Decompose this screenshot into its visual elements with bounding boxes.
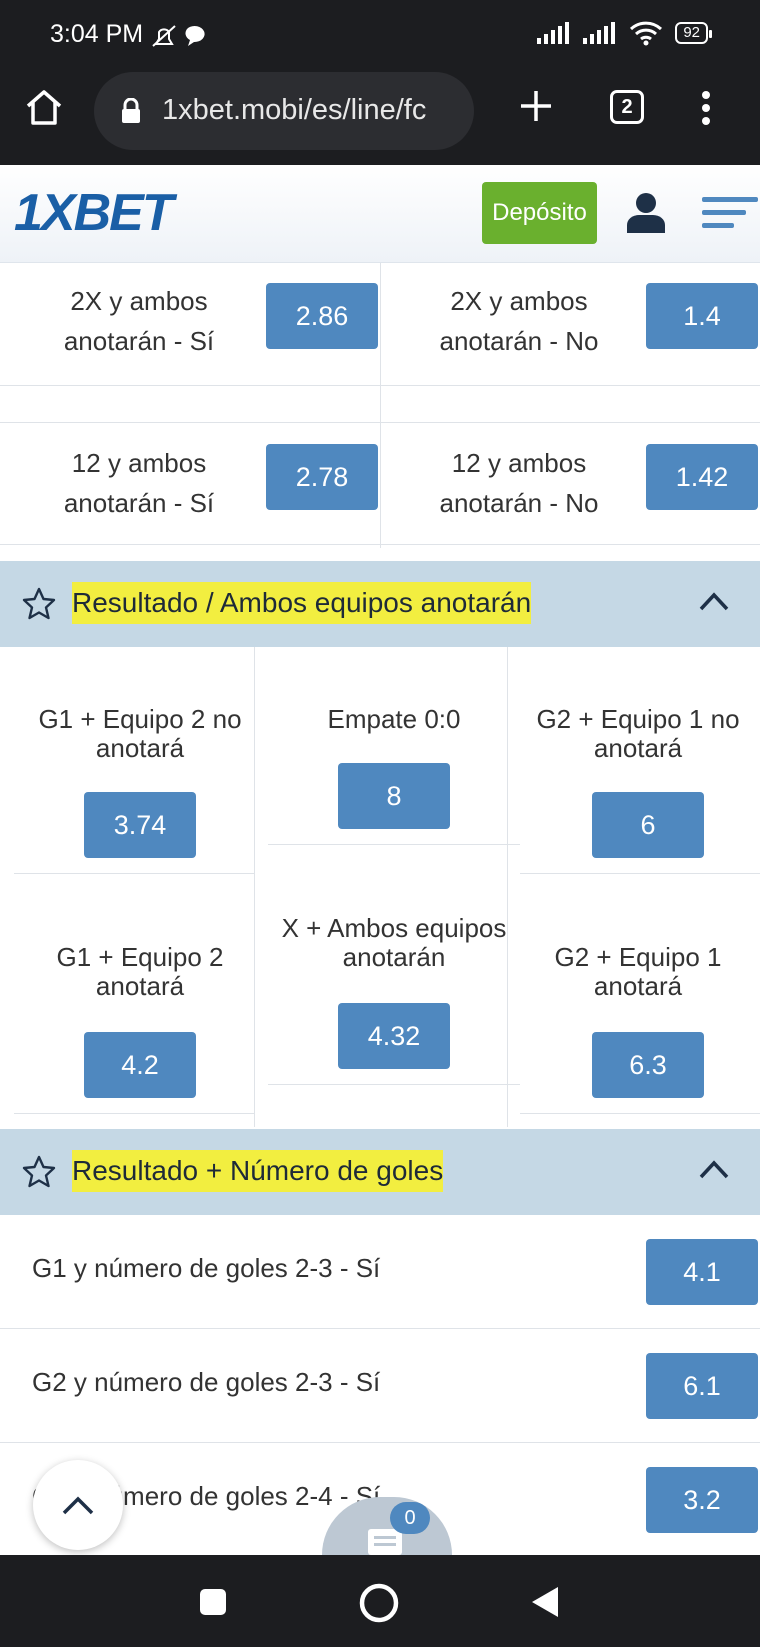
status-time: 3:04 PM [50,20,144,48]
odd-button[interactable]: 3.2 [646,1467,758,1533]
grid-divider [520,873,760,874]
outcome-cell: G1 + Equipo 2 no anotará [24,705,256,763]
list-item: G2 y número de goles 2-3 - Sí 6.1 [0,1329,760,1443]
grid-divider [14,873,254,874]
outcome-label: 2X y ambos anotarán - Sí [63,286,215,356]
status-bar: 3:04 PM 92 [0,0,760,70]
market-group-title: Resultado + Número de goles [72,1150,444,1192]
user-icon[interactable] [626,191,666,233]
tab-switcher-button[interactable]: 2 [610,90,644,124]
list-item: G1 y número de goles 2-3 - Sí 4.1 [0,1215,760,1329]
site-logo[interactable]: 1XBET [14,183,174,243]
grid-divider [520,1113,760,1114]
chevron-up-icon[interactable] [698,1157,730,1181]
odd-button[interactable]: 6.3 [592,1032,704,1098]
signal-icon [537,22,570,44]
odd-button[interactable]: 1.42 [646,444,758,510]
hamburger-menu-icon[interactable] [702,195,758,231]
star-icon[interactable] [22,1155,56,1189]
grid-divider [268,1084,520,1085]
outcome-label: G1 + Equipo 2 anotará [56,942,224,1001]
odd-button[interactable]: 6 [592,792,704,858]
outcome-label: 2X y ambos anotarán - No [439,286,599,356]
recent-apps-icon[interactable] [199,1588,227,1616]
betslip-count-badge: 0 [390,1502,430,1534]
lock-icon [122,98,140,123]
odd-button[interactable]: 1.4 [646,283,758,349]
outcome-label: X + Ambos equipos anotarán [281,913,507,972]
outcome-label: G2 y número de goles 2-3 - Sí [32,1367,381,1397]
status-notification-icons [152,25,205,47]
odd-button[interactable]: 4.2 [84,1032,196,1098]
market-group-header[interactable]: Resultado / Ambos equipos anotarán [0,561,760,647]
market-list: 2X y ambos anotarán - Sí 2.86 2X y ambos… [0,263,760,1555]
outcome-label: G1 + Equipo 2 no anotará [38,704,242,763]
odd-button[interactable]: 8 [338,763,450,829]
grid-divider [268,844,520,845]
deposit-button[interactable]: Depósito [482,182,597,244]
home-icon[interactable] [24,88,64,126]
odd-button[interactable]: 2.86 [266,283,378,349]
market-group-title: Resultado / Ambos equipos anotarán [72,582,532,624]
scroll-to-top-button[interactable] [33,1460,123,1550]
outcome-cell: G2 + Equipo 1 no anotará [522,705,754,763]
star-icon[interactable] [22,587,56,621]
market-group-header[interactable]: Resultado + Número de goles [0,1129,760,1215]
wifi-icon [630,21,663,46]
odd-button[interactable]: 3.74 [84,792,196,858]
odd-button[interactable]: 6.1 [646,1353,758,1419]
odd-button[interactable]: 4.32 [338,1003,450,1069]
back-icon[interactable] [530,1585,560,1619]
market-row: 12 y ambos anotarán - Sí 2.78 12 y ambos… [0,385,760,545]
browser-toolbar: 1xbet.mobi/es/line/fc 2 [0,70,760,165]
new-tab-icon[interactable] [518,88,554,124]
outcome-label: G2 + Equipo 1 anotará [554,942,722,1001]
odd-button[interactable]: 2.78 [266,444,378,510]
chevron-up-icon [62,1496,94,1515]
system-navigation-bar [0,1555,760,1647]
odd-button[interactable]: 4.1 [646,1239,758,1305]
status-icons: 92 [537,20,712,46]
outcome-label: G1 y número de goles 2-3 - Sí [32,1253,381,1283]
signal-icon-2 [583,22,616,44]
url-text: 1xbet.mobi/es/line/fc [162,94,427,126]
outcome-cell: Empate 0:0 [270,705,518,734]
home-button-icon[interactable] [358,1582,400,1624]
grid-divider [14,1113,254,1114]
outcome-label: 12 y ambos anotarán - Sí [63,448,215,518]
outcome-cell: X + Ambos equipos anotarán [270,914,518,972]
outcome-label: G2 + Equipo 1 no anotará [536,704,740,763]
outcome-label: Empate 0:0 [327,704,461,734]
site-header: 1XBET Depósito [0,165,760,263]
chevron-up-icon[interactable] [698,589,730,613]
address-bar[interactable]: 1xbet.mobi/es/line/fc [94,72,474,150]
battery-icon: 92 [675,22,712,44]
outcome-cell: G1 + Equipo 2 anotará [24,943,256,1001]
outcome-cell: G2 + Equipo 1 anotará [522,943,754,1001]
more-menu-icon[interactable] [700,90,712,126]
outcome-label: 12 y ambos anotarán - No [439,448,599,518]
